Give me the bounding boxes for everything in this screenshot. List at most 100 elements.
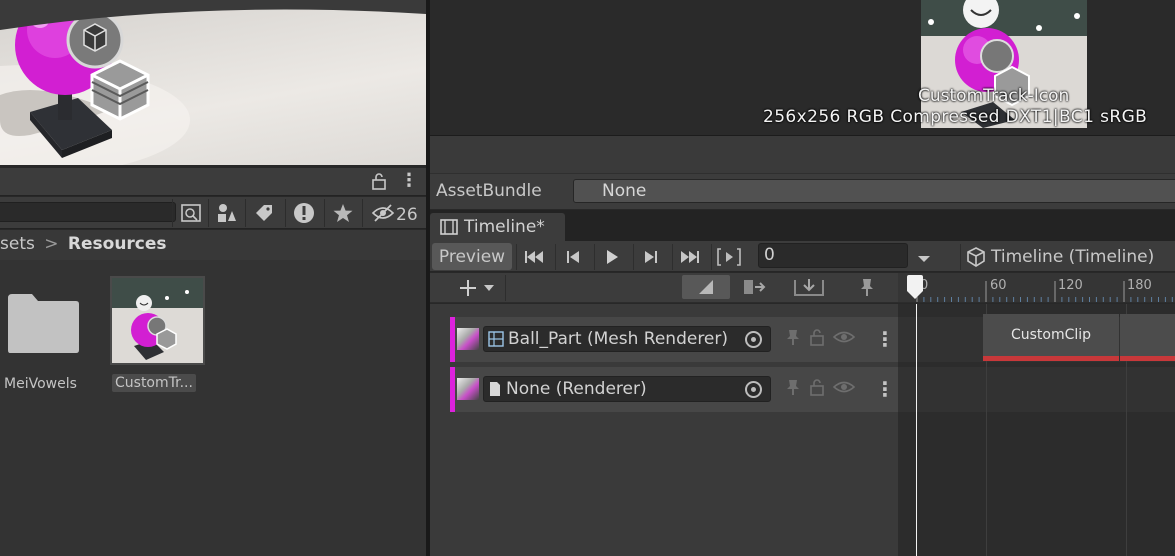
project-asset-grid: MeiVowels CustomTr...	[0, 260, 426, 556]
clip-edit-replace-button[interactable]	[786, 275, 832, 299]
clip-row	[898, 367, 1175, 412]
replace-mode-icon	[794, 279, 824, 296]
search-input[interactable]	[0, 202, 176, 222]
timeline-asset-selector[interactable]: Timeline (Timeline)	[960, 244, 1175, 270]
filter-by-label-button[interactable]	[245, 199, 281, 227]
log-types-button[interactable]	[285, 199, 321, 227]
asset-label: MeiVowels	[4, 376, 77, 392]
previous-frame-button[interactable]	[555, 244, 589, 270]
mesh-renderer-icon	[488, 331, 504, 347]
clip-customclip[interactable]: CustomClip	[983, 314, 1119, 361]
file-icon	[490, 382, 500, 396]
track-binding-label: None (Renderer)	[506, 379, 647, 399]
track-binding-label: Ball_Part (Mesh Renderer)	[508, 329, 729, 349]
track-binding-field[interactable]: Ball_Part (Mesh Renderer)	[483, 326, 771, 352]
pin-icon[interactable]	[785, 378, 801, 396]
prefab-cube-icon	[967, 247, 985, 267]
play-icon	[606, 250, 618, 264]
track-header-toolbar	[430, 273, 898, 303]
scene-render	[0, 0, 426, 165]
ripple-mode-icon	[744, 280, 766, 294]
timeline-toolbar: Preview 0 Timeline (Timeline)	[430, 241, 1175, 272]
texture-thumbnail	[112, 278, 203, 363]
track-menu-icon[interactable]: ⋮	[875, 327, 895, 351]
tab-timeline[interactable]: Timeline*	[430, 213, 565, 241]
play-button[interactable]	[594, 244, 628, 270]
star-icon	[333, 204, 352, 222]
chevron-down-icon	[918, 256, 930, 262]
asset-label-selected: CustomTr...	[112, 374, 196, 392]
goto-start-button[interactable]	[516, 244, 550, 270]
skip-to-start-icon	[524, 251, 543, 263]
clip-area[interactable]: CustomClip	[898, 304, 1175, 556]
clip-second[interactable]	[1120, 314, 1175, 361]
assetbundle-label: AssetBundle	[436, 181, 542, 201]
snap-button[interactable]	[850, 275, 884, 299]
tick-label: 120	[1058, 278, 1083, 293]
assetbundle-row: AssetBundle None	[430, 173, 1175, 209]
mix-mode-icon	[699, 280, 713, 294]
skip-to-end-icon	[680, 251, 699, 263]
add-track-button[interactable]	[452, 275, 506, 301]
asset-texture-customtrack[interactable]	[110, 276, 205, 365]
playhead-handle[interactable]	[907, 275, 923, 299]
project-search-toolbar: 26	[0, 197, 426, 229]
asset-folder-meivowels[interactable]	[6, 292, 80, 354]
track-binding-field[interactable]: None (Renderer)	[483, 376, 771, 402]
step-forward-icon	[644, 251, 657, 263]
goto-end-button[interactable]	[672, 244, 706, 270]
favorites-button[interactable]	[324, 199, 360, 227]
tag-icon	[255, 205, 272, 221]
search-window-icon	[180, 204, 201, 222]
eye-slash-icon	[371, 204, 395, 222]
hidden-count-label: 26	[396, 205, 418, 225]
timeline-options-dropdown[interactable]	[917, 249, 931, 268]
eye-icon[interactable]	[833, 328, 855, 346]
step-back-icon	[566, 251, 579, 263]
search-window-button[interactable]	[172, 199, 208, 227]
assetbundle-dropdown[interactable]: None	[573, 179, 1175, 203]
play-range-button[interactable]	[711, 244, 745, 270]
folder-icon	[8, 294, 79, 353]
track-state-icons	[785, 378, 855, 396]
lock-icon[interactable]	[809, 378, 825, 396]
window-menu-icon[interactable]: ⋮	[400, 170, 418, 191]
shapes-icon	[217, 204, 236, 222]
breadcrumb-item-current[interactable]: Resources	[68, 234, 167, 254]
filter-by-type-button[interactable]	[208, 199, 244, 227]
track-icon	[457, 328, 479, 350]
time-ruler[interactable]: 0 60 120 180	[898, 273, 1175, 303]
scene-view[interactable]	[0, 0, 426, 165]
tick-label: 180	[1127, 278, 1152, 293]
preview-format-info: 256x256 RGB Compressed DXT1|BC1 sRGB	[763, 107, 1148, 127]
preview-toggle-button[interactable]: Preview	[432, 243, 512, 270]
preview-asset-name: CustomTrack-Icon	[918, 86, 1070, 106]
breadcrumb-separator: >	[44, 234, 59, 254]
object-picker-icon[interactable]	[745, 331, 762, 348]
object-picker-icon[interactable]	[745, 381, 762, 398]
pin-icon	[861, 279, 873, 296]
frame-input[interactable]: 0	[758, 243, 908, 268]
pin-icon[interactable]	[785, 328, 801, 346]
eye-icon[interactable]	[833, 378, 855, 396]
lock-icon[interactable]	[809, 328, 825, 346]
track-state-icons	[785, 328, 855, 346]
plus-icon	[460, 280, 476, 296]
tab-timeline-label: Timeline*	[464, 217, 545, 237]
track-icon	[457, 378, 479, 400]
clip-edit-ripple-button[interactable]	[736, 275, 776, 299]
lock-icon[interactable]	[371, 172, 387, 194]
track-row-ball-part[interactable]: Ball_Part (Mesh Renderer) ⋮	[450, 317, 898, 362]
next-frame-button[interactable]	[633, 244, 667, 270]
play-range-icon	[716, 248, 741, 266]
chevron-down-icon	[484, 285, 494, 291]
clip-edit-mix-button[interactable]	[682, 275, 730, 299]
track-row-none[interactable]: None (Renderer) ⋮	[450, 367, 898, 412]
playhead-line	[916, 304, 917, 556]
breadcrumb-item-parent[interactable]: sets	[0, 234, 35, 254]
track-menu-icon[interactable]: ⋮	[875, 377, 895, 401]
warning-circle-icon	[293, 203, 314, 223]
playhead-marker-icon	[907, 275, 923, 299]
timeline-tab-bar: Timeline*	[430, 210, 1175, 241]
track-list: Ball_Part (Mesh Renderer) ⋮ None (Render…	[430, 304, 898, 556]
